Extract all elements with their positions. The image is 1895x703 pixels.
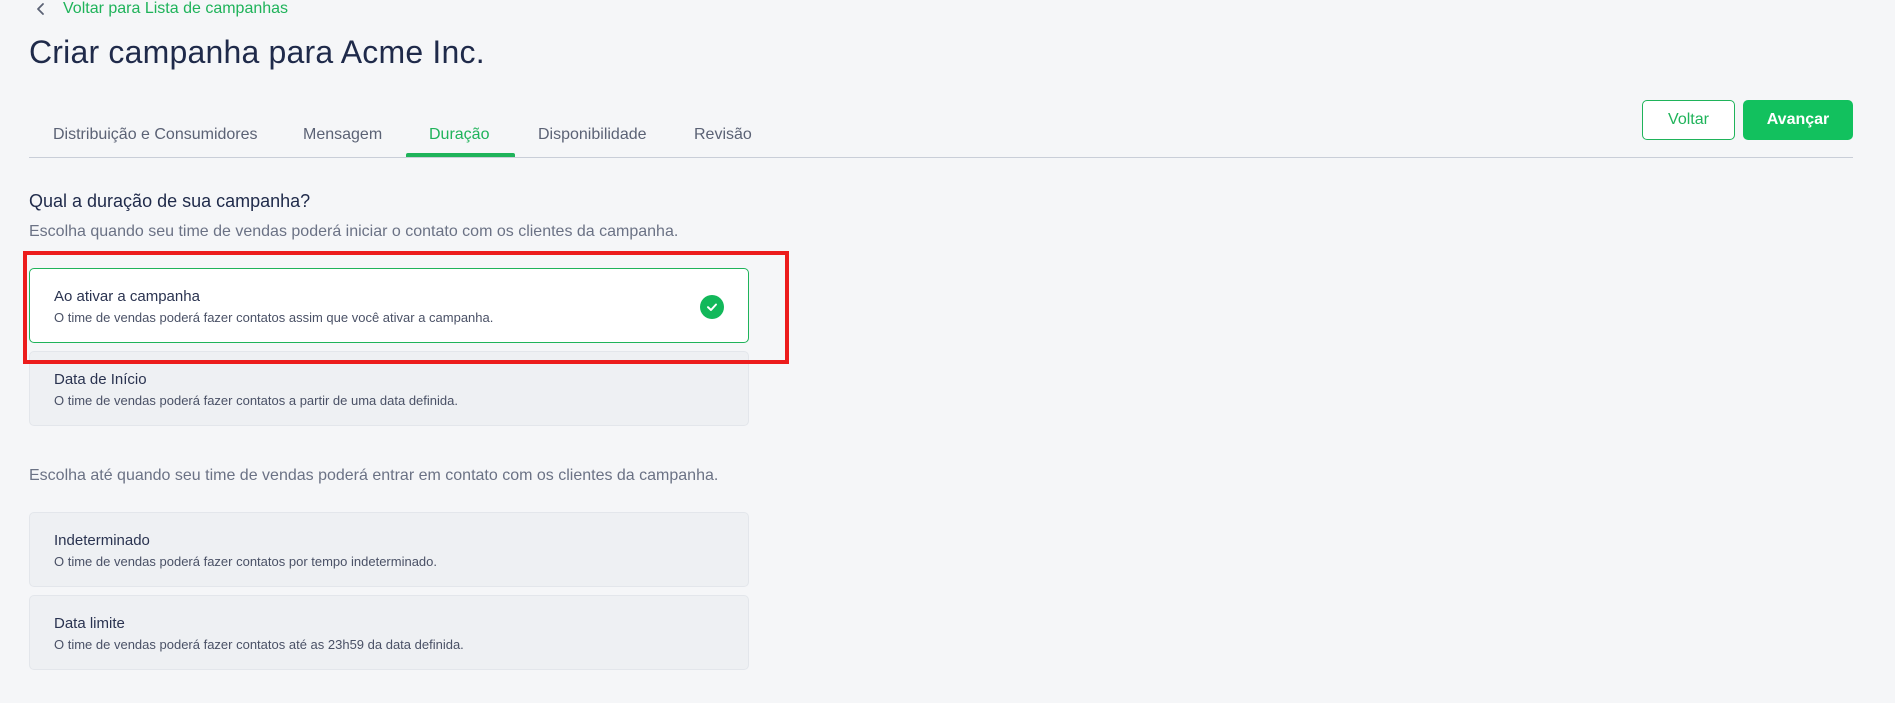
- page-title: Criar campanha para Acme Inc.: [29, 34, 485, 70]
- option-title: Ao ativar a campanha: [54, 288, 200, 305]
- check-icon: [700, 295, 724, 319]
- tab-distribuicao-consumidores[interactable]: Distribuição e Consumidores: [53, 126, 258, 144]
- option-data-de-inicio[interactable]: Data de Início O time de vendas poderá f…: [29, 351, 749, 426]
- tab-revisao[interactable]: Revisão: [694, 126, 752, 144]
- tab-duracao[interactable]: Duração: [429, 126, 489, 144]
- option-ao-ativar-campanha[interactable]: Ao ativar a campanha O time de vendas po…: [29, 268, 749, 343]
- option-description: O time de vendas poderá fazer contatos a…: [54, 637, 464, 652]
- duration-heading: Qual a duração de sua campanha?: [29, 191, 311, 211]
- active-tab-indicator: [406, 153, 515, 157]
- back-to-campaigns-link[interactable]: Voltar para Lista de campanhas: [33, 0, 288, 18]
- step-tabs: Distribuição e Consumidores Mensagem Dur…: [29, 112, 1853, 158]
- voltar-button[interactable]: Voltar: [1642, 100, 1735, 140]
- option-title: Indeterminado: [54, 532, 150, 549]
- option-title: Data limite: [54, 615, 125, 632]
- option-indeterminado[interactable]: Indeterminado O time de vendas poderá fa…: [29, 512, 749, 587]
- option-title: Data de Início: [54, 371, 147, 388]
- page: Voltar para Lista de campanhas Criar cam…: [0, 0, 1895, 703]
- tab-disponibilidade[interactable]: Disponibilidade: [538, 126, 647, 144]
- tab-mensagem[interactable]: Mensagem: [303, 126, 382, 144]
- start-helper-text: Escolha quando seu time de vendas poderá…: [29, 223, 679, 240]
- back-link-label[interactable]: Voltar para Lista de campanhas: [63, 0, 288, 18]
- avancar-button[interactable]: Avançar: [1743, 100, 1853, 140]
- option-description: O time de vendas poderá fazer contatos p…: [54, 554, 437, 569]
- option-data-limite[interactable]: Data limite O time de vendas poderá faze…: [29, 595, 749, 670]
- option-description: O time de vendas poderá fazer contatos a…: [54, 393, 458, 408]
- end-helper-text: Escolha até quando seu time de vendas po…: [29, 467, 719, 484]
- option-description: O time de vendas poderá fazer contatos a…: [54, 310, 494, 325]
- chevron-left-icon: [37, 3, 44, 15]
